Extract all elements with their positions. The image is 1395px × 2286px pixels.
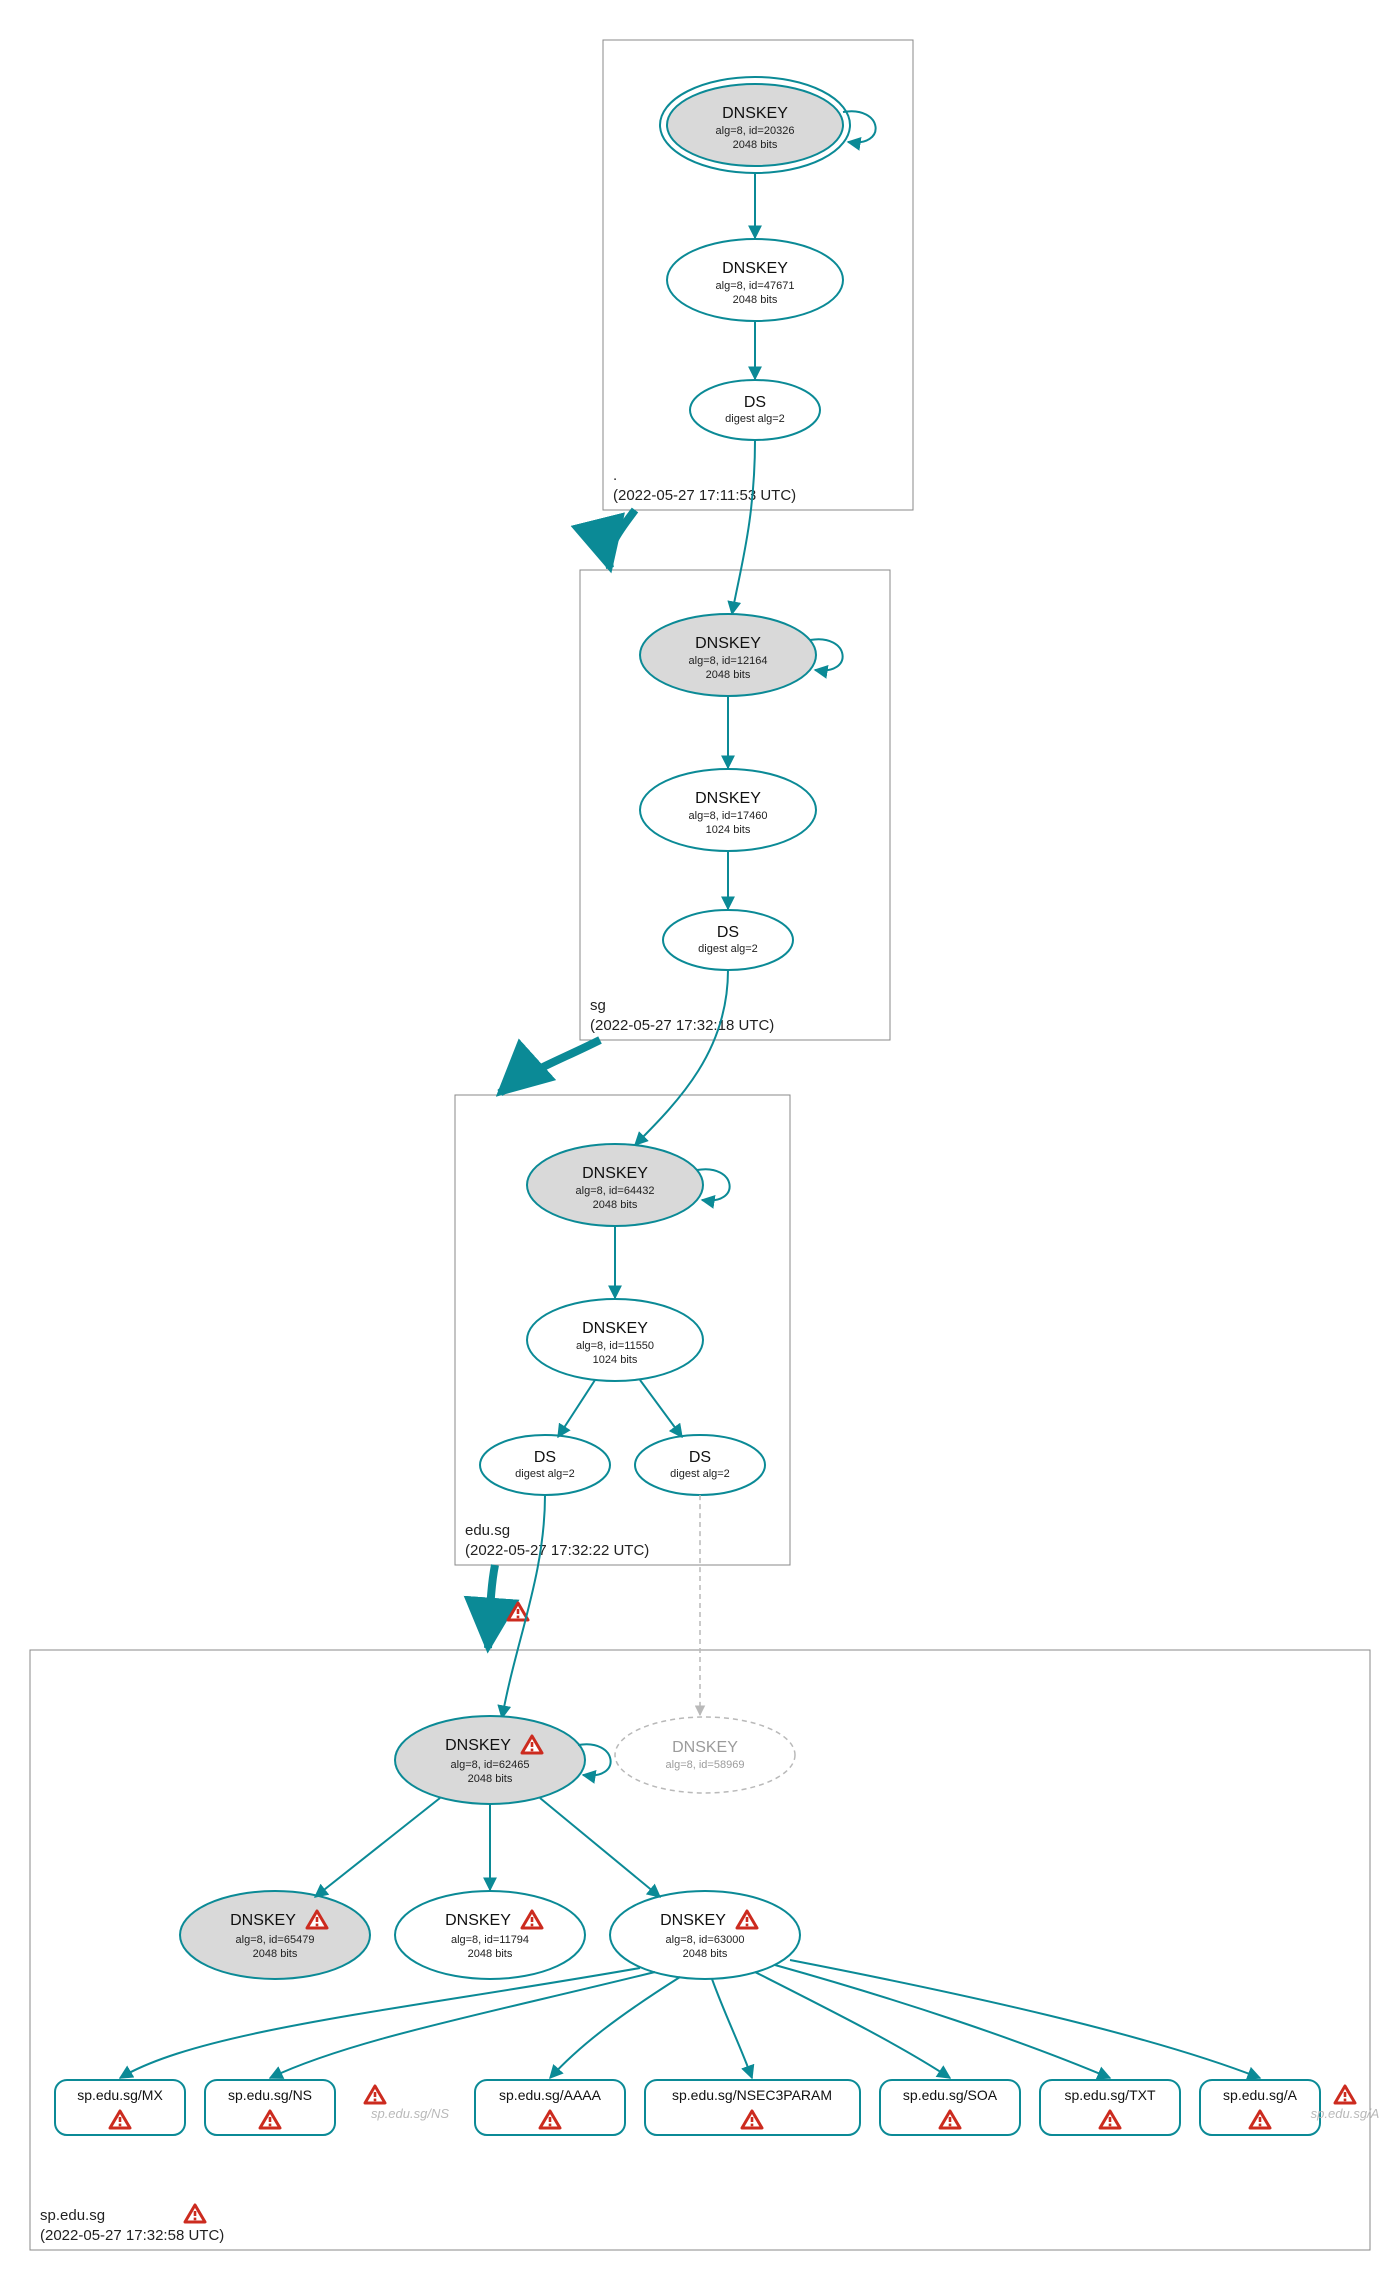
svg-text:2048 bits: 2048 bits — [683, 1948, 728, 1960]
svg-text:alg=8, id=64432: alg=8, id=64432 — [576, 1185, 655, 1197]
edge-sp-ksk-k1 — [315, 1798, 440, 1897]
svg-text:sp.edu.sg/SOA: sp.edu.sg/SOA — [903, 2087, 998, 2103]
svg-text:2048 bits: 2048 bits — [706, 669, 751, 681]
svg-text:sp.edu.sg/MX: sp.edu.sg/MX — [77, 2087, 163, 2103]
edge-edu-zsk-ds2 — [640, 1380, 682, 1437]
svg-text:digest alg=2: digest alg=2 — [698, 943, 758, 955]
svg-text:1024 bits: 1024 bits — [706, 824, 751, 836]
svg-text:alg=8, id=12164: alg=8, id=12164 — [689, 655, 768, 667]
svg-text:2048 bits: 2048 bits — [733, 139, 778, 151]
svg-text:2048 bits: 2048 bits — [733, 294, 778, 306]
warning-icon — [1335, 2086, 1355, 2103]
warning-icon — [508, 1603, 528, 1620]
edge-root-to-sg-thick — [609, 510, 635, 568]
node-edu-ds2[interactable]: DS digest alg=2 — [635, 1435, 765, 1495]
node-edu-zsk[interactable]: DNSKEY alg=8, id=11550 1024 bits — [527, 1299, 703, 1381]
svg-text:DNSKEY: DNSKEY — [445, 1912, 511, 1929]
node-edu-ksk[interactable]: DNSKEY alg=8, id=64432 2048 bits — [527, 1144, 730, 1226]
svg-text:2048 bits: 2048 bits — [253, 1948, 298, 1960]
svg-text:alg=8, id=62465: alg=8, id=62465 — [451, 1759, 530, 1771]
svg-text:digest alg=2: digest alg=2 — [670, 1468, 730, 1480]
svg-text:sp.edu.sg/NS: sp.edu.sg/NS — [228, 2087, 312, 2103]
svg-text:alg=8, id=20326: alg=8, id=20326 — [716, 125, 795, 137]
zone-sg-label: sg — [590, 997, 606, 1014]
svg-text:DS: DS — [744, 394, 766, 411]
zone-edu-ts: (2022-05-27 17:32:22 UTC) — [465, 1542, 649, 1559]
warning-icon — [365, 2086, 385, 2103]
svg-text:DNSKEY: DNSKEY — [695, 635, 761, 652]
svg-text:digest alg=2: digest alg=2 — [725, 413, 785, 425]
svg-text:DS: DS — [717, 924, 739, 941]
node-root-ksk[interactable]: DNSKEY alg=8, id=20326 2048 bits — [660, 77, 876, 173]
svg-text:alg=8, id=11794: alg=8, id=11794 — [451, 1934, 529, 1946]
rr-ns-dim: sp.edu.sg/NS — [365, 2086, 449, 2121]
svg-text:sp.edu.sg/AAAA: sp.edu.sg/AAAA — [499, 2087, 602, 2103]
edge-k3-ns — [270, 1972, 655, 2078]
svg-text:sp.edu.sg/A: sp.edu.sg/A — [1223, 2087, 1298, 2103]
rr-nsec3param[interactable]: sp.edu.sg/NSEC3PARAM — [645, 2080, 860, 2135]
svg-text:alg=8, id=65479: alg=8, id=65479 — [236, 1934, 315, 1946]
node-sp-key3[interactable]: DNSKEY alg=8, id=63000 2048 bits — [610, 1891, 800, 1979]
zone-edu-label: edu.sg — [465, 1522, 510, 1539]
svg-text:DNSKEY: DNSKEY — [722, 105, 788, 122]
rr-txt[interactable]: sp.edu.sg/TXT — [1040, 2080, 1180, 2135]
svg-text:DNSKEY: DNSKEY — [660, 1912, 726, 1929]
svg-text:sp.edu.sg/NS: sp.edu.sg/NS — [371, 2106, 449, 2121]
svg-text:sp.edu.sg/A: sp.edu.sg/A — [1311, 2106, 1380, 2121]
svg-text:sp.edu.sg/NSEC3PARAM: sp.edu.sg/NSEC3PARAM — [672, 2087, 832, 2103]
edge-sg-ds-to-edu-ksk — [635, 970, 728, 1145]
svg-text:alg=8, id=58969: alg=8, id=58969 — [666, 1759, 745, 1771]
svg-text:1024 bits: 1024 bits — [593, 1354, 638, 1366]
node-sp-ksk[interactable]: DNSKEY alg=8, id=62465 2048 bits — [395, 1716, 611, 1804]
svg-text:sp.edu.sg/TXT: sp.edu.sg/TXT — [1064, 2087, 1155, 2103]
rr-a[interactable]: sp.edu.sg/A — [1200, 2080, 1320, 2135]
svg-text:alg=8, id=17460: alg=8, id=17460 — [689, 810, 768, 822]
node-sp-missing[interactable]: DNSKEY alg=8, id=58969 — [615, 1717, 795, 1793]
node-sg-ksk[interactable]: DNSKEY alg=8, id=12164 2048 bits — [640, 614, 843, 696]
rr-mx[interactable]: sp.edu.sg/MX — [55, 2080, 185, 2135]
rr-aaaa[interactable]: sp.edu.sg/AAAA — [475, 2080, 625, 2135]
rr-soa[interactable]: sp.edu.sg/SOA — [880, 2080, 1020, 2135]
rr-ns[interactable]: sp.edu.sg/NS — [205, 2080, 335, 2135]
warning-icon — [185, 2205, 205, 2222]
svg-text:DNSKEY: DNSKEY — [722, 260, 788, 277]
node-sg-ds[interactable]: DS digest alg=2 — [663, 910, 793, 970]
node-sp-key2[interactable]: DNSKEY alg=8, id=11794 2048 bits — [395, 1891, 585, 1979]
svg-text:DS: DS — [689, 1449, 711, 1466]
svg-text:DNSKEY: DNSKEY — [582, 1320, 648, 1337]
svg-text:digest alg=2: digest alg=2 — [515, 1468, 575, 1480]
edge-k3-txt — [775, 1965, 1110, 2078]
edge-k3-mx — [120, 1968, 640, 2078]
zone-root-ts: (2022-05-27 17:11:53 UTC) — [613, 487, 796, 504]
svg-text:DNSKEY: DNSKEY — [672, 1739, 738, 1756]
node-sp-key1[interactable]: DNSKEY alg=8, id=65479 2048 bits — [180, 1891, 370, 1979]
edge-sg-to-edu-thick — [500, 1040, 600, 1093]
dnssec-diagram: . (2022-05-27 17:11:53 UTC) sg (2022-05-… — [0, 0, 1395, 2286]
zone-root-label: . — [613, 467, 617, 484]
zone-sp-label: sp.edu.sg — [40, 2207, 105, 2224]
node-edu-ds1[interactable]: DS digest alg=2 — [480, 1435, 610, 1495]
edge-edu-to-sp-thick — [488, 1565, 495, 1648]
svg-text:2048 bits: 2048 bits — [593, 1199, 638, 1211]
svg-text:DS: DS — [534, 1449, 556, 1466]
edge-sp-ksk-k3 — [540, 1798, 660, 1897]
edge-root-ds-to-sg-ksk — [732, 440, 755, 614]
edge-k3-nsec — [712, 1979, 752, 2078]
edge-k3-a — [790, 1960, 1260, 2078]
node-root-zsk[interactable]: DNSKEY alg=8, id=47671 2048 bits — [667, 239, 843, 321]
svg-text:DNSKEY: DNSKEY — [695, 790, 761, 807]
svg-text:alg=8, id=63000: alg=8, id=63000 — [666, 1934, 745, 1946]
svg-text:alg=8, id=47671: alg=8, id=47671 — [716, 280, 795, 292]
zone-sg-ts: (2022-05-27 17:32:18 UTC) — [590, 1017, 774, 1034]
svg-text:DNSKEY: DNSKEY — [582, 1165, 648, 1182]
zone-sp-ts: (2022-05-27 17:32:58 UTC) — [40, 2227, 224, 2244]
svg-text:2048 bits: 2048 bits — [468, 1948, 513, 1960]
node-sg-zsk[interactable]: DNSKEY alg=8, id=17460 1024 bits — [640, 769, 816, 851]
svg-text:2048 bits: 2048 bits — [468, 1773, 513, 1785]
svg-text:DNSKEY: DNSKEY — [445, 1737, 511, 1754]
svg-text:alg=8, id=11550: alg=8, id=11550 — [576, 1340, 654, 1352]
svg-text:DNSKEY: DNSKEY — [230, 1912, 296, 1929]
node-root-ds[interactable]: DS digest alg=2 — [690, 380, 820, 440]
edge-edu-zsk-ds1 — [558, 1380, 595, 1437]
